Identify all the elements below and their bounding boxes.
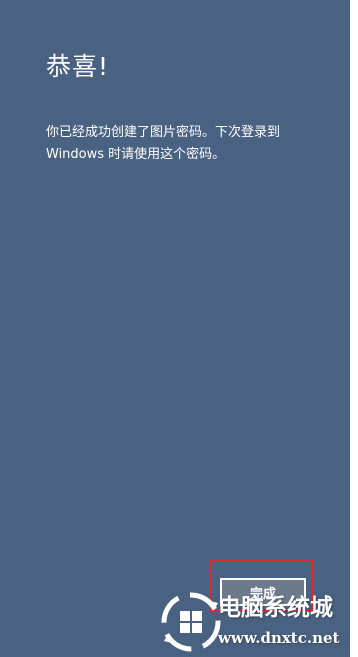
watermark-site-url: www.dnxtc.net <box>218 629 340 647</box>
success-message: 你已经成功创建了图片密码。下次登录到 Windows 时请使用这个密码。 <box>46 125 281 162</box>
page-title: 恭喜! <box>46 52 110 81</box>
watermark: 电脑系统城 www.dnxtc.net <box>160 588 358 657</box>
watermark-site-name: 电脑系统城 <box>218 595 333 621</box>
window-right-edge <box>350 0 358 657</box>
windows-logo-icon <box>161 592 221 652</box>
